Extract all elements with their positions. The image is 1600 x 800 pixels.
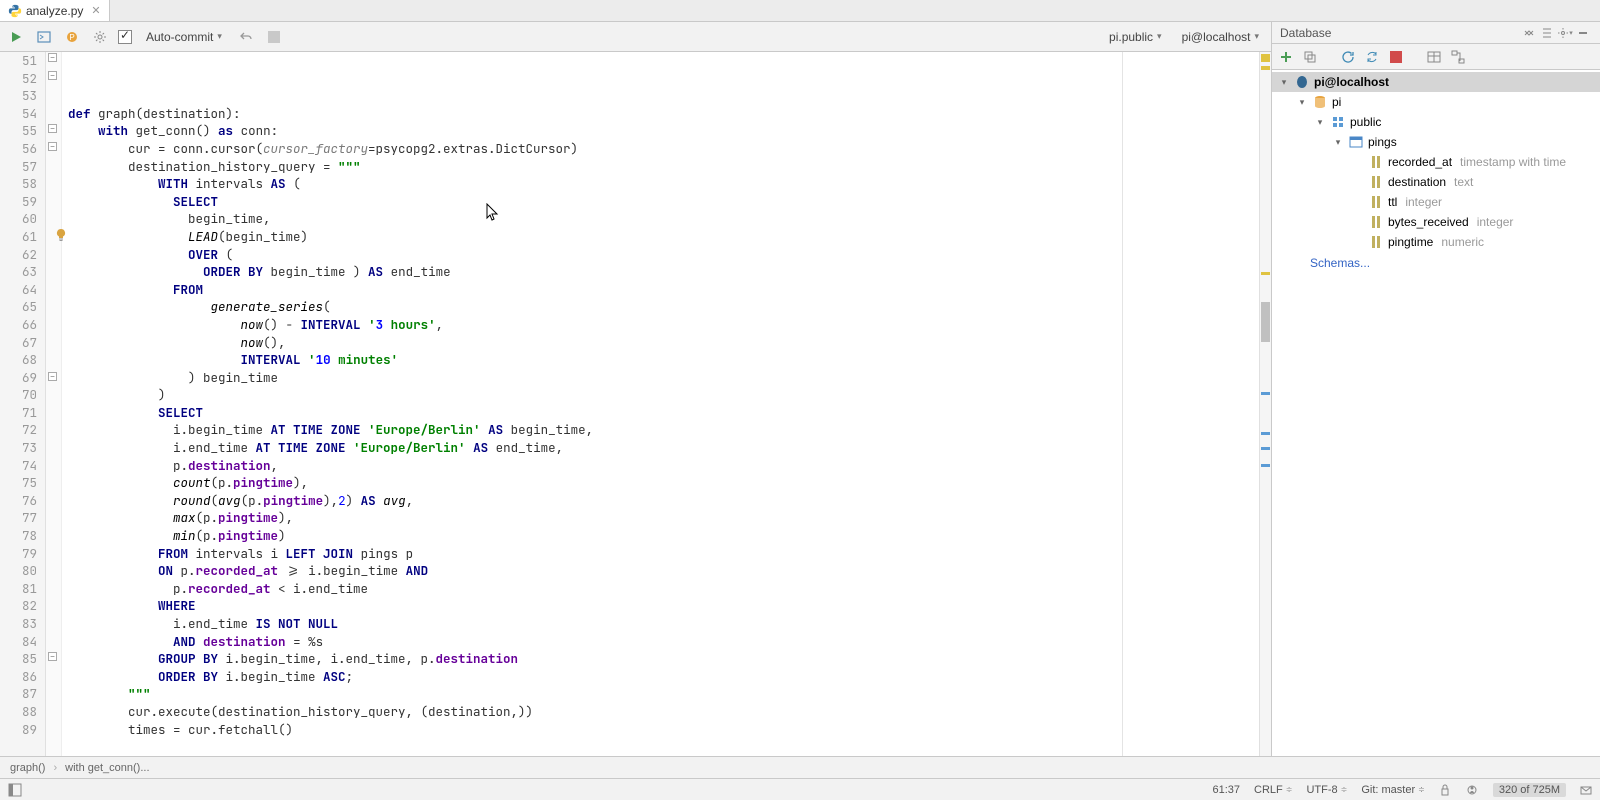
tab-filename: analyze.py	[26, 4, 83, 18]
breadcrumb-fn[interactable]: graph()	[10, 762, 45, 774]
code-area[interactable]: def graph(destination): with get_conn() …	[62, 52, 1259, 756]
line-separator[interactable]: CRLF≑	[1254, 784, 1292, 796]
line-number-gutter: 5152535455565758596061626364656667686970…	[0, 52, 46, 756]
table-view-icon[interactable]	[1424, 47, 1444, 67]
database-node[interactable]: ▾ pi	[1272, 92, 1600, 112]
editor-body[interactable]: 5152535455565758596061626364656667686970…	[0, 52, 1271, 756]
caret-position[interactable]: 61:37	[1213, 784, 1241, 796]
schema-selector[interactable]: pi.public▾	[1103, 28, 1168, 46]
notifications-icon[interactable]	[1580, 784, 1592, 796]
table-node[interactable]: ▾ pings	[1272, 132, 1600, 152]
postgres-icon	[1294, 74, 1310, 90]
parameters-icon[interactable]: P	[62, 27, 82, 47]
column-node[interactable]: pingtimenumeric	[1272, 232, 1600, 252]
editor-pane: P Auto-commit▾ pi.public▾ pi@localhost▾ …	[0, 22, 1272, 756]
table-icon	[1348, 134, 1364, 150]
database-header: Database ▾	[1272, 22, 1600, 44]
file-tab[interactable]: analyze.py ✕	[0, 0, 110, 21]
diagram-icon[interactable]	[1448, 47, 1468, 67]
svg-text:P: P	[69, 33, 74, 42]
settings-gear-icon[interactable]	[90, 27, 110, 47]
intention-bulb-icon[interactable]	[55, 229, 67, 241]
close-tab-icon[interactable]: ✕	[91, 4, 100, 17]
column-node[interactable]: ttlinteger	[1272, 192, 1600, 212]
db-console-icon[interactable]	[34, 27, 54, 47]
error-stripe[interactable]	[1259, 52, 1271, 756]
sync-icon[interactable]	[1362, 47, 1382, 67]
gear-icon[interactable]: ▾	[1556, 24, 1574, 42]
tool-windows-icon[interactable]	[8, 783, 22, 797]
breadcrumb-sep: ›	[53, 762, 57, 774]
column-icon	[1368, 214, 1384, 230]
column-node[interactable]: destinationtext	[1272, 172, 1600, 192]
refresh-icon[interactable]	[1338, 47, 1358, 67]
database-tree[interactable]: ▾ pi@localhost ▾ pi ▾ public ▾ pings rec…	[1272, 70, 1600, 756]
stop-icon[interactable]	[264, 27, 284, 47]
duplicate-icon[interactable]	[1300, 47, 1320, 67]
fold-column: − − − − − −	[46, 52, 62, 756]
database-toolwindow: Database ▾ ▾ pi@localhost ▾	[1272, 22, 1600, 756]
inspector-icon[interactable]	[1465, 783, 1479, 797]
schema-icon	[1330, 114, 1346, 130]
schemas-link[interactable]: Schemas...	[1272, 252, 1600, 274]
stop-red-icon[interactable]	[1386, 47, 1406, 67]
session-selector[interactable]: pi@localhost▾	[1176, 28, 1265, 46]
breadcrumb-ctx[interactable]: with get_conn()...	[65, 762, 149, 774]
autocommit-dropdown[interactable]: Auto-commit▾	[140, 28, 228, 46]
breadcrumb-bar: graph() › with get_conn()...	[0, 756, 1600, 778]
add-datasource-icon[interactable]	[1276, 47, 1296, 67]
rollback-icon[interactable]	[236, 27, 256, 47]
hide-icon[interactable]	[1574, 24, 1592, 42]
schema-node[interactable]: ▾ public	[1272, 112, 1600, 132]
git-branch[interactable]: Git: master≑	[1361, 784, 1425, 796]
column-icon	[1368, 194, 1384, 210]
file-encoding[interactable]: UTF-8≑	[1306, 784, 1347, 796]
database-title: Database	[1280, 26, 1520, 40]
collapse-icon[interactable]	[1520, 24, 1538, 42]
database-icon	[1312, 94, 1328, 110]
autocommit-checkbox[interactable]	[118, 30, 132, 44]
run-icon[interactable]	[6, 27, 26, 47]
database-toolbar	[1272, 44, 1600, 70]
column-icon	[1368, 154, 1384, 170]
editor-toolbar: P Auto-commit▾ pi.public▾ pi@localhost▾	[0, 22, 1271, 52]
column-node[interactable]: bytes_receivedinteger	[1272, 212, 1600, 232]
memory-indicator[interactable]: 320 of 725M	[1493, 783, 1566, 797]
show-options-icon[interactable]	[1538, 24, 1556, 42]
editor-tabbar: analyze.py ✕	[0, 0, 1600, 22]
python-file-icon	[8, 4, 22, 18]
column-node[interactable]: recorded_attimestamp with time	[1272, 152, 1600, 172]
lock-icon[interactable]	[1439, 784, 1451, 796]
column-icon	[1368, 234, 1384, 250]
datasource-node[interactable]: ▾ pi@localhost	[1272, 72, 1600, 92]
status-bar: 61:37 CRLF≑ UTF-8≑ Git: master≑ 320 of 7…	[0, 778, 1600, 800]
column-icon	[1368, 174, 1384, 190]
